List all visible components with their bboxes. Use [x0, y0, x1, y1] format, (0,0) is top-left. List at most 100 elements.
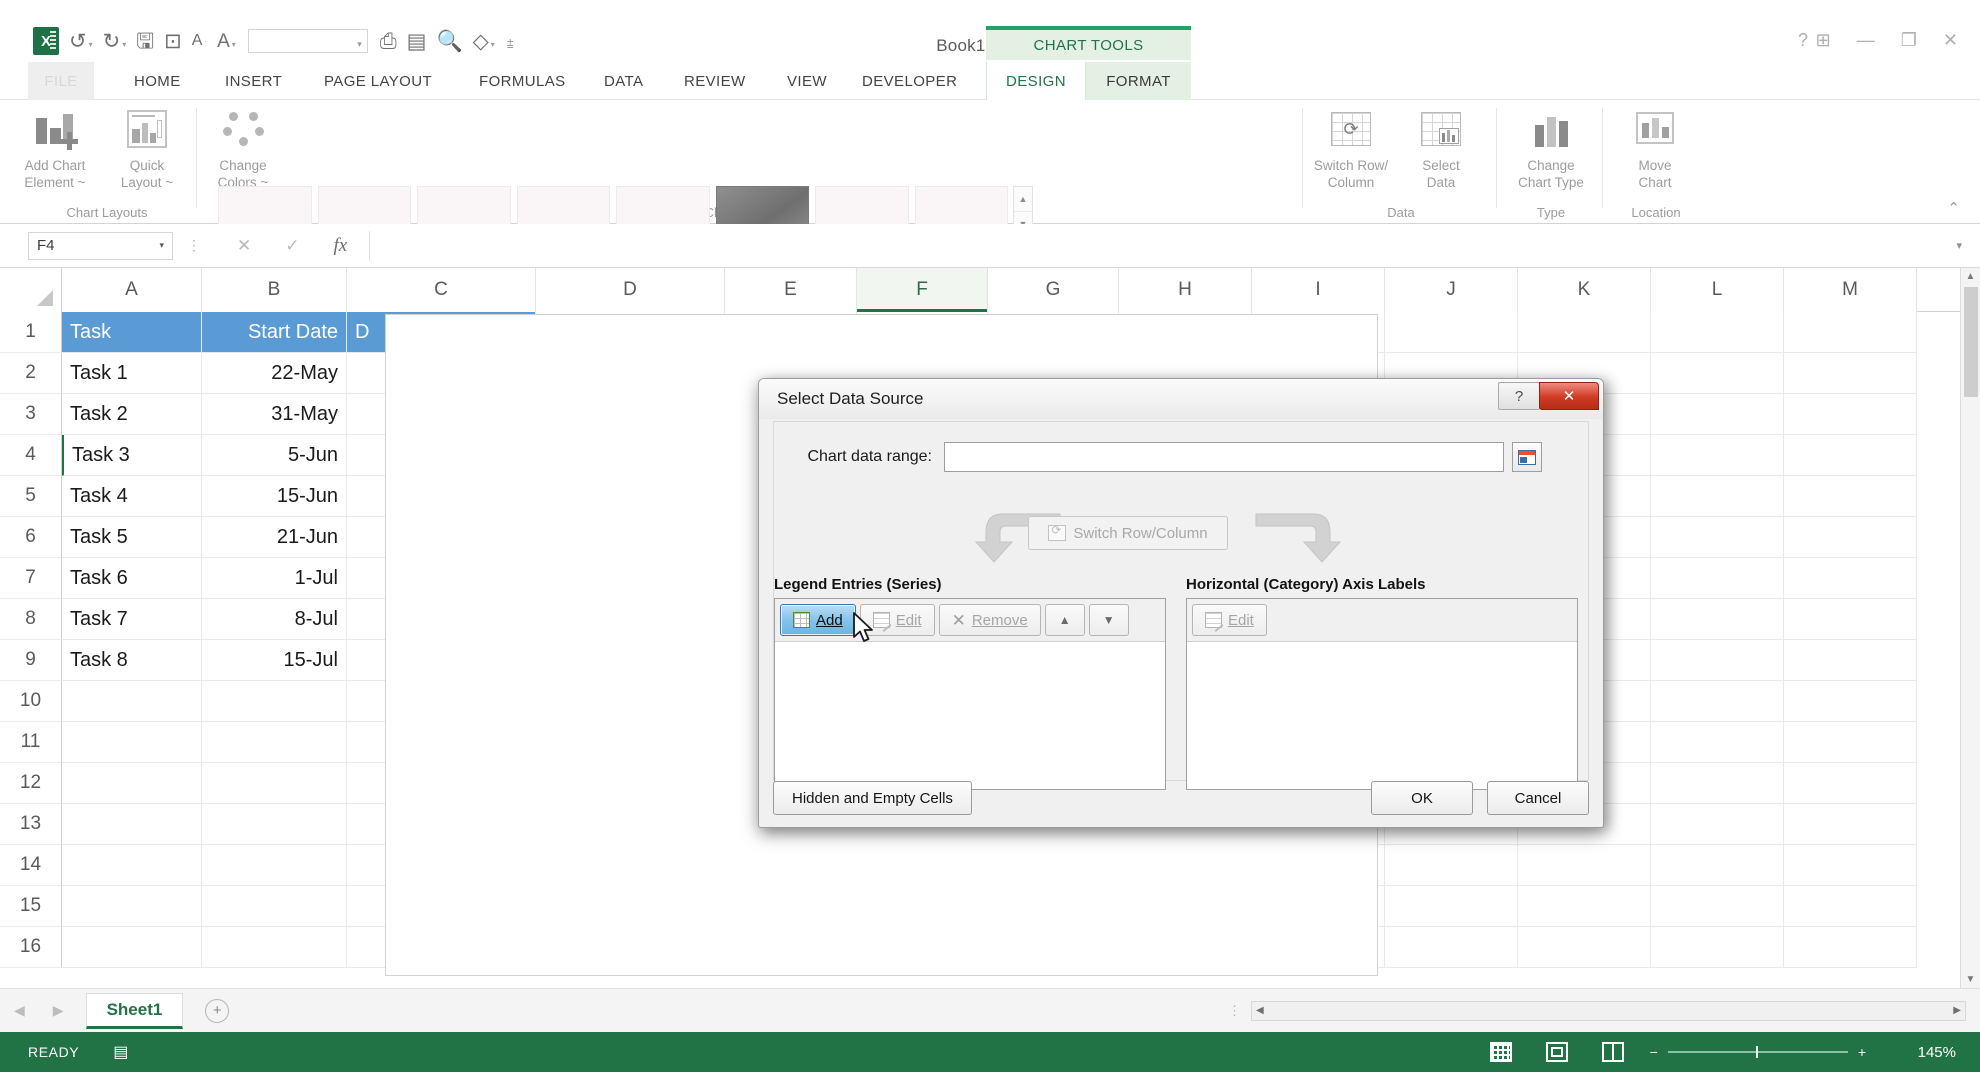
cell-a2[interactable]: Task 1 — [62, 353, 202, 394]
dialog-close-button[interactable]: ✕ — [1539, 382, 1599, 410]
cell-a16[interactable] — [62, 927, 202, 968]
cell-m2[interactable] — [1784, 353, 1917, 394]
cell-m15[interactable] — [1784, 886, 1917, 927]
column-header-l[interactable]: L — [1651, 268, 1784, 312]
cell-a14[interactable] — [62, 845, 202, 886]
dialog-title-bar[interactable]: Select Data Source ? ✕ — [759, 379, 1603, 419]
minimize-icon[interactable]: — — [1857, 30, 1875, 51]
column-header-e[interactable]: E — [725, 268, 857, 312]
chart-data-range-input[interactable] — [944, 442, 1504, 472]
scroll-down-icon[interactable]: ▼ — [1966, 971, 1976, 988]
cell-b2[interactable]: 22-May — [202, 353, 347, 394]
cell-b16[interactable] — [202, 927, 347, 968]
row-header-11[interactable]: 11 — [0, 722, 62, 763]
column-header-c[interactable]: C — [347, 268, 536, 312]
record-macro-icon[interactable]: ▤ — [113, 1042, 128, 1062]
cell-m5[interactable] — [1784, 476, 1917, 517]
hscroll-right-icon[interactable]: ▶ — [1949, 1005, 1965, 1016]
cell-l4[interactable] — [1651, 435, 1784, 476]
column-header-f[interactable]: F — [857, 268, 988, 312]
vertical-scroll-thumb[interactable] — [1963, 287, 1978, 397]
ribbon-display-options-icon[interactable]: ⊞ — [1816, 30, 1831, 51]
cell-l6[interactable] — [1651, 517, 1784, 558]
tab-design[interactable]: DESIGN — [986, 62, 1086, 100]
add-sheet-plus-icon[interactable]: + — [205, 998, 230, 1023]
dialog-help-button[interactable]: ? — [1498, 382, 1540, 410]
sheet-prev-icon[interactable]: ◀ — [0, 1002, 39, 1019]
cell-k14[interactable] — [1518, 845, 1651, 886]
cell-l2[interactable] — [1651, 353, 1784, 394]
cell-l5[interactable] — [1651, 476, 1784, 517]
cell-l3[interactable] — [1651, 394, 1784, 435]
cell-a9[interactable]: Task 8 — [62, 640, 202, 681]
cell-m14[interactable] — [1784, 845, 1917, 886]
cell-l11[interactable] — [1651, 722, 1784, 763]
cell-b9[interactable]: 15-Jul — [202, 640, 347, 681]
row-header-2[interactable]: 2 — [0, 353, 62, 394]
row-header-14[interactable]: 14 — [0, 845, 62, 886]
row-header-6[interactable]: 6 — [0, 517, 62, 558]
cell-m6[interactable] — [1784, 517, 1917, 558]
cell-m13[interactable] — [1784, 804, 1917, 845]
formula-input[interactable] — [369, 230, 1939, 261]
cell-m10[interactable] — [1784, 681, 1917, 722]
switch-row-column-button[interactable]: ⟳ Switch Row/Column — [1308, 108, 1394, 192]
cell-a8[interactable]: Task 7 — [62, 599, 202, 640]
edit-category-button[interactable]: Edit — [1192, 604, 1267, 636]
move-series-down-button[interactable]: ▼ — [1088, 604, 1129, 636]
tab-formulas[interactable]: FORMULAS — [467, 62, 578, 100]
expand-formula-bar-icon[interactable]: ▾ — [1938, 239, 1980, 252]
sheet-tab-sheet1[interactable]: Sheet1 — [85, 992, 184, 1029]
cell-l12[interactable] — [1651, 763, 1784, 804]
ok-button[interactable]: OK — [1371, 781, 1473, 815]
add-chart-element-button[interactable]: Add Chart Element ~ — [12, 108, 98, 192]
cell-l14[interactable] — [1651, 845, 1784, 886]
row-header-4[interactable]: 4 — [0, 435, 62, 476]
move-series-up-button[interactable]: ▲ — [1044, 604, 1085, 636]
cell-m4[interactable] — [1784, 435, 1917, 476]
row-header-12[interactable]: 12 — [0, 763, 62, 804]
cell-b7[interactable]: 1-Jul — [202, 558, 347, 599]
name-box-chevron-down-icon[interactable]: ▾ — [159, 240, 164, 251]
cell-k16[interactable] — [1518, 927, 1651, 968]
cell-m8[interactable] — [1784, 599, 1917, 640]
cell-m16[interactable] — [1784, 927, 1917, 968]
cell-b13[interactable] — [202, 804, 347, 845]
switch-row-column-dialog-button[interactable]: Switch Row/Column — [1028, 516, 1228, 550]
cell-k15[interactable] — [1518, 886, 1651, 927]
zoom-slider[interactable] — [1667, 1046, 1848, 1058]
change-chart-type-button[interactable]: Change Chart Type — [1508, 108, 1594, 192]
cell-a15[interactable] — [62, 886, 202, 927]
cell-b3[interactable]: 31-May — [202, 394, 347, 435]
select-data-button[interactable]: Select Data — [1398, 108, 1484, 192]
cell-a1[interactable]: Task — [62, 312, 202, 353]
change-colors-button[interactable]: Change Colors ~ — [200, 108, 286, 192]
cell-l9[interactable] — [1651, 640, 1784, 681]
cell-l10[interactable] — [1651, 681, 1784, 722]
name-box[interactable]: F4 ▾ — [28, 231, 173, 260]
cell-m11[interactable] — [1784, 722, 1917, 763]
tab-data[interactable]: DATA — [592, 62, 655, 100]
quick-layout-button[interactable]: Quick Layout ~ — [104, 108, 190, 192]
page-layout-view-icon[interactable] — [1545, 1042, 1568, 1062]
column-header-h[interactable]: H — [1119, 268, 1252, 312]
legend-entries-list-box[interactable]: Add Edit ✕ Remove ▲ ▼ — [774, 598, 1166, 790]
row-header-13[interactable]: 13 — [0, 804, 62, 845]
column-header-k[interactable]: K — [1518, 268, 1651, 312]
cell-a10[interactable] — [62, 681, 202, 722]
zoom-out-icon[interactable]: − — [1650, 1044, 1658, 1060]
gallery-scroll-up-icon[interactable]: ▲ — [1014, 187, 1032, 212]
row-header-5[interactable]: 5 — [0, 476, 62, 517]
cell-b14[interactable] — [202, 845, 347, 886]
insert-function-icon[interactable]: fx — [334, 235, 348, 257]
cell-a5[interactable]: Task 4 — [62, 476, 202, 517]
edit-series-button[interactable]: Edit — [859, 604, 935, 636]
row-header-1[interactable]: 1 — [0, 312, 62, 353]
cell-l15[interactable] — [1651, 886, 1784, 927]
cell-a12[interactable] — [62, 763, 202, 804]
normal-view-icon[interactable] — [1489, 1042, 1512, 1062]
formula-bar-grip[interactable]: ⋮ — [187, 237, 201, 254]
horizontal-scrollbar[interactable]: ◀ ▶ — [1251, 1000, 1966, 1021]
row-header-7[interactable]: 7 — [0, 558, 62, 599]
cell-b4[interactable]: 5-Jun — [202, 435, 347, 476]
